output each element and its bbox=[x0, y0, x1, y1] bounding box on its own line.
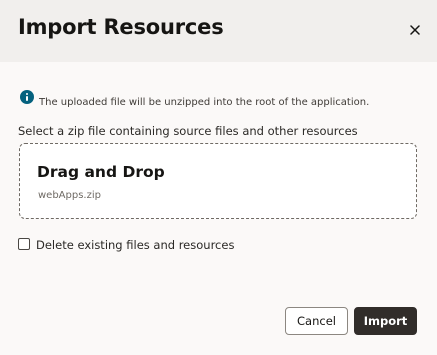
select-file-label: Select a zip file containing source file… bbox=[18, 124, 358, 138]
dialog-title: Import Resources bbox=[18, 15, 224, 39]
delete-existing-label: Delete existing files and resources bbox=[36, 238, 235, 252]
cancel-button[interactable]: Cancel bbox=[285, 307, 348, 335]
delete-existing-option[interactable]: Delete existing files and resources bbox=[18, 237, 318, 253]
file-dropzone[interactable]: Drag and Drop webApps.zip bbox=[19, 143, 417, 219]
close-button[interactable] bbox=[400, 15, 430, 45]
delete-existing-checkbox[interactable] bbox=[18, 238, 30, 250]
selected-file-name: webApps.zip bbox=[38, 190, 101, 201]
info-text: The uploaded file will be unzipped into … bbox=[39, 97, 370, 108]
import-button[interactable]: Import bbox=[354, 307, 417, 335]
info-message: The uploaded file will be unzipped into … bbox=[20, 90, 430, 108]
dialog-header: Import Resources bbox=[0, 0, 437, 62]
dropzone-title: Drag and Drop bbox=[37, 163, 165, 181]
close-icon bbox=[410, 25, 420, 35]
info-icon bbox=[20, 90, 34, 104]
import-resources-dialog: Import Resources The uploaded file will … bbox=[0, 0, 437, 355]
